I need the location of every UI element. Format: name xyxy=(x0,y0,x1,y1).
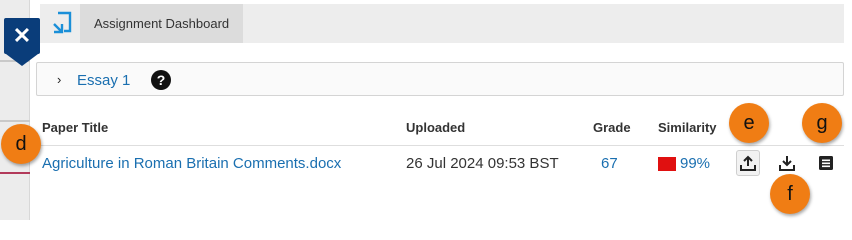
menu-button[interactable] xyxy=(815,152,837,174)
similarity-score-link[interactable]: 99% xyxy=(680,155,710,172)
upload-icon xyxy=(740,155,756,171)
similarity-color-swatch xyxy=(658,157,676,171)
essay-accordion[interactable]: › Essay 1 ? xyxy=(36,62,844,96)
header-bar: Assignment Dashboard xyxy=(40,4,844,43)
tab-label: Assignment Dashboard xyxy=(94,16,230,31)
callout-badge-f: f xyxy=(770,174,810,214)
download-icon xyxy=(779,156,795,171)
column-header-paper-title: Paper Title xyxy=(42,120,109,135)
tab-assignment-dashboard[interactable]: Assignment Dashboard xyxy=(80,4,244,43)
callout-badge-e: e xyxy=(729,103,769,143)
close-button[interactable]: ✕ xyxy=(4,18,40,54)
table-divider xyxy=(36,145,844,146)
chevron-right-icon: › xyxy=(57,72,62,87)
column-header-similarity: Similarity xyxy=(658,120,717,135)
close-icon: ✕ xyxy=(12,23,32,48)
background-divider xyxy=(0,120,30,122)
uploaded-date: 26 Jul 2024 09:53 BST xyxy=(406,155,559,172)
help-icon[interactable]: ? xyxy=(151,70,171,90)
download-button[interactable] xyxy=(776,152,798,174)
callout-badge-g: g xyxy=(802,103,842,143)
paper-title-link[interactable]: Agriculture in Roman Britain Comments.do… xyxy=(42,155,341,172)
column-header-uploaded: Uploaded xyxy=(406,120,466,135)
callout-badge-d: d xyxy=(1,124,41,164)
app-logo-icon[interactable] xyxy=(50,10,76,36)
column-header-grade: Grade xyxy=(593,120,631,135)
essay-title[interactable]: Essay 1 xyxy=(77,72,130,89)
close-button-tab xyxy=(6,54,38,66)
menu-list-icon xyxy=(819,156,833,170)
grade-link[interactable]: 67 xyxy=(601,155,618,172)
upload-button[interactable] xyxy=(736,150,760,176)
background-divider xyxy=(0,172,30,174)
